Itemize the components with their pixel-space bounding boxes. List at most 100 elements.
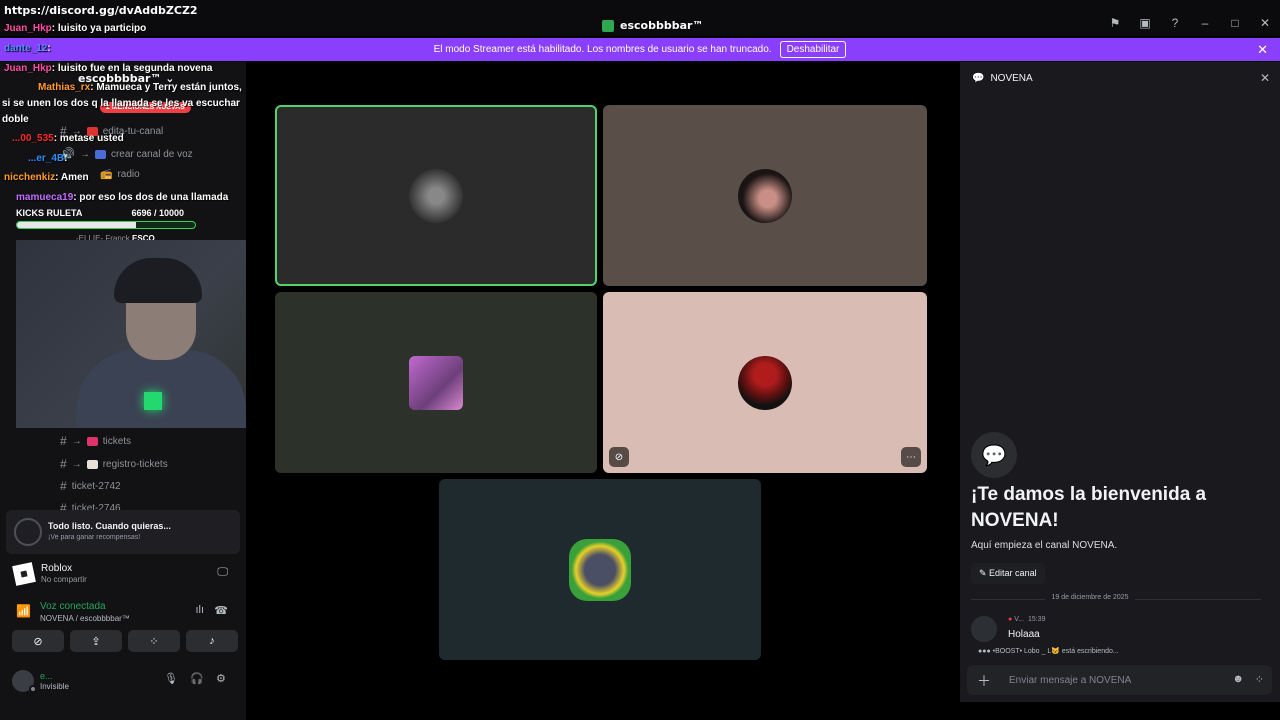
discord-window: https://discord.gg/dvAddbZCZ2 escobbbbar… <box>0 0 1280 720</box>
title-bar: https://discord.gg/dvAddbZCZ2 escobbbbar… <box>0 0 1280 36</box>
user-panel: e... Invisible 🎙 🎧 ⚙ <box>6 664 242 696</box>
server-title: escobbbbar™ <box>602 19 703 32</box>
chat-bubble-icon: 💬 <box>972 72 985 84</box>
minimize-icon[interactable]: – <box>1190 16 1220 30</box>
avatar[interactable] <box>971 616 997 642</box>
status-indicator <box>29 685 37 693</box>
disconnect-icon[interactable]: ☎ <box>214 604 228 617</box>
arrow-icon: → <box>79 148 90 160</box>
disable-streamer-button[interactable]: Deshabilitar <box>779 41 847 58</box>
hash-icon: # <box>60 457 67 471</box>
roblox-status: No compartir <box>41 575 87 584</box>
message-author[interactable]: V... <box>1014 616 1024 623</box>
channel-chat-panel: 💬 NOVENA ✕ 💬 ¡Te damos la bienvenida a N… <box>960 62 1280 702</box>
server-icon <box>602 19 614 32</box>
kicks-value: 6696 / 10000 <box>131 208 184 218</box>
camera-off-button[interactable]: ⊘ <box>12 630 64 652</box>
welcome-title: ¡Te damos la bienvenida a NOVENA! <box>971 484 1207 531</box>
channel-tickets[interactable]: # → tickets <box>60 434 131 448</box>
channel-ticket-2742[interactable]: # ticket-2742 <box>60 479 121 493</box>
signal-icon: 📶 <box>16 604 31 618</box>
banner-text: El modo Streamer está habilitado. Los no… <box>433 44 772 55</box>
mute-icon[interactable]: ⊘ <box>609 447 629 467</box>
channel-crear-canal[interactable]: 🔊 → crear canal de voz <box>60 147 193 161</box>
close-panel-icon[interactable]: ✕ <box>1260 71 1270 85</box>
kicks-progress-fill <box>17 222 137 228</box>
server-title-text: escobbbbar™ <box>620 19 704 32</box>
screen-share-icon[interactable]: 🖵 <box>217 566 228 579</box>
participant-tile-5[interactable] <box>439 479 761 660</box>
message-text: Holaaa <box>1008 629 1040 640</box>
typing-indicator: ●●● •BOOST• Lobo _ L🐱 está escribiendo..… <box>978 648 1119 655</box>
apps-icon[interactable]: ⁘ <box>1255 673 1264 686</box>
participant-tile-4[interactable]: ⊘ ⋯ <box>603 292 927 473</box>
banner-close-icon[interactable]: ✕ <box>1257 42 1268 58</box>
channel-radio[interactable]: 📻 radio <box>100 169 140 180</box>
soundboard-button[interactable]: ♪ <box>186 630 238 652</box>
hash-icon: # <box>60 434 67 448</box>
channel-label: crear canal de voz <box>110 148 193 160</box>
emoji-icon[interactable]: ☻ <box>1232 673 1244 685</box>
message-meta: ● V... 15:39 <box>1008 616 1045 623</box>
microphone-icon[interactable]: 🎙 <box>164 672 178 685</box>
noise-suppression-icon[interactable]: ılı <box>195 604 204 616</box>
chat-line: Juan_Hkp: luisito ya participo <box>4 23 147 34</box>
plus-icon <box>94 149 106 159</box>
streamer-mode-banner: El modo Streamer está habilitado. Los no… <box>0 38 1280 61</box>
channel-label: ticket-2742 <box>71 480 121 492</box>
participant-tile-3[interactable] <box>275 292 597 473</box>
channel-label: radio <box>117 169 140 180</box>
participant-tile-1[interactable] <box>275 105 597 286</box>
participant-avatar <box>409 355 463 410</box>
channel-label: registro-tickets <box>102 458 168 470</box>
radio-icon: 📻 <box>100 169 113 180</box>
roblox-activity[interactable]: Roblox No compartir 🖵 <box>12 560 238 590</box>
maximize-icon[interactable]: □ <box>1220 16 1250 30</box>
user-name[interactable]: e... <box>40 671 53 681</box>
headphones-icon[interactable]: 🎧 <box>190 672 204 685</box>
voice-status[interactable]: Voz conectada <box>40 601 106 612</box>
roblox-logo-icon <box>12 562 36 586</box>
chat-line: Juan_Hkp: luisito fue en la segunda nove… <box>4 63 213 74</box>
edit-channel-button[interactable]: ✎ Editar canal <box>971 563 1045 584</box>
message-time: 15:39 <box>1027 616 1046 623</box>
chat-line: ...er_4B: <box>28 153 68 164</box>
window-controls: ⚑ ▣ ? – □ ✕ <box>1100 16 1280 30</box>
chat-line: si se unen los dos q la llamada se les v… <box>2 98 240 109</box>
activity-title: Todo listo. Cuando quieras... <box>48 521 171 531</box>
kicks-progress-bar <box>16 221 196 229</box>
voice-buttons: ⊘ ⇪ ⁘ ♪ <box>12 630 238 654</box>
arrow-icon: → <box>71 435 82 447</box>
message-input[interactable]: Enviar mensaje a NOVENA <box>1009 675 1131 686</box>
hash-icon: # <box>60 479 67 493</box>
help-icon[interactable]: ? <box>1160 16 1190 30</box>
user-status: Invisible <box>40 682 69 691</box>
kicks-label: KICKS RULETA <box>16 208 83 218</box>
activity-card[interactable]: Todo listo. Cuando quieras... ¡Ve para g… <box>6 510 240 554</box>
chat-bubble-icon: 💬 <box>971 432 1017 478</box>
document-icon <box>86 459 98 469</box>
invite-url: https://discord.gg/dvAddbZCZ2 <box>4 4 198 17</box>
chat-line: doble <box>2 114 29 125</box>
inbox-icon[interactable]: ▣ <box>1130 16 1160 30</box>
attach-plus-icon[interactable]: ＋ <box>977 671 991 691</box>
chat-line: nicchenkiz: Amen <box>4 172 89 183</box>
settings-gear-icon[interactable]: ⚙ <box>216 672 226 685</box>
channel-registro-tickets[interactable]: # → registro-tickets <box>60 457 168 471</box>
activities-button[interactable]: ⁘ <box>128 630 180 652</box>
participant-tile-2[interactable] <box>603 105 927 286</box>
voice-connection: 📶 Voz conectada NOVENA / escobbbbar™ ılı… <box>14 598 238 628</box>
more-options-icon[interactable]: ⋯ <box>901 447 921 467</box>
flag-icon[interactable]: ⚑ <box>1100 16 1130 30</box>
status-dot-icon: ● <box>1008 616 1013 623</box>
roblox-name: Roblox <box>41 563 73 574</box>
chat-panel-title: NOVENA <box>990 72 1033 84</box>
message-composer[interactable]: ＋ Enviar mensaje a NOVENA ☻ ⁘ <box>967 665 1272 695</box>
share-screen-button[interactable]: ⇪ <box>70 630 122 652</box>
chat-panel-header: 💬 NOVENA ✕ <box>960 62 1280 94</box>
kicks-goal-widget: KICKS RULETA 6696 / 10000 <box>16 208 196 229</box>
channel-label: tickets <box>102 435 132 447</box>
voice-channel[interactable]: NOVENA / escobbbbar™ <box>40 614 130 623</box>
loading-spinner-icon <box>14 518 42 546</box>
close-icon[interactable]: ✕ <box>1250 16 1280 30</box>
